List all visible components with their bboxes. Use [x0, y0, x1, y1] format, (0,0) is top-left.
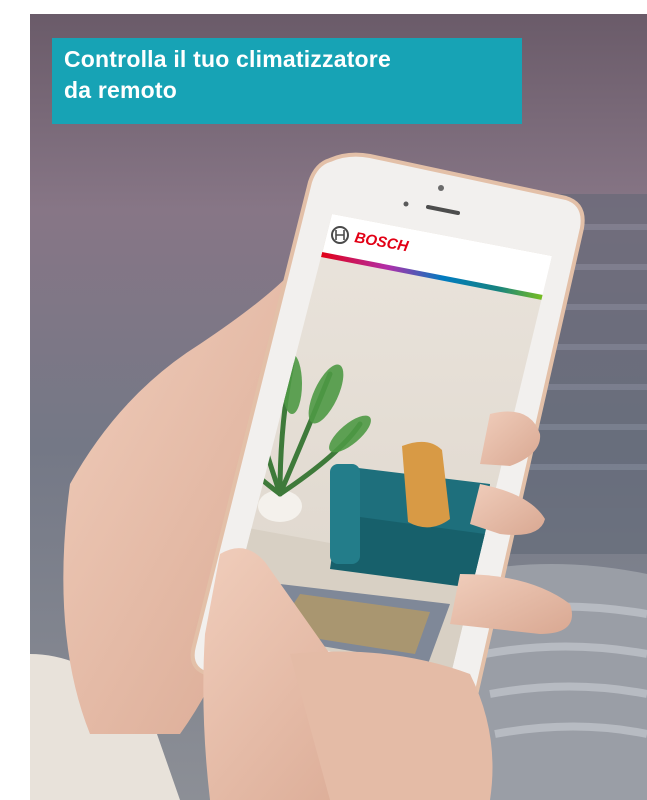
headline-line-2: da remoto [64, 77, 177, 103]
headline-banner: Controlla il tuo climatizzatore da remot… [52, 38, 522, 124]
hero-photo: BOSCH [30, 14, 647, 800]
front-camera-icon [438, 185, 444, 191]
headline-line-1: Controlla il tuo climatizzatore [64, 46, 391, 72]
sensor-icon [403, 201, 409, 207]
